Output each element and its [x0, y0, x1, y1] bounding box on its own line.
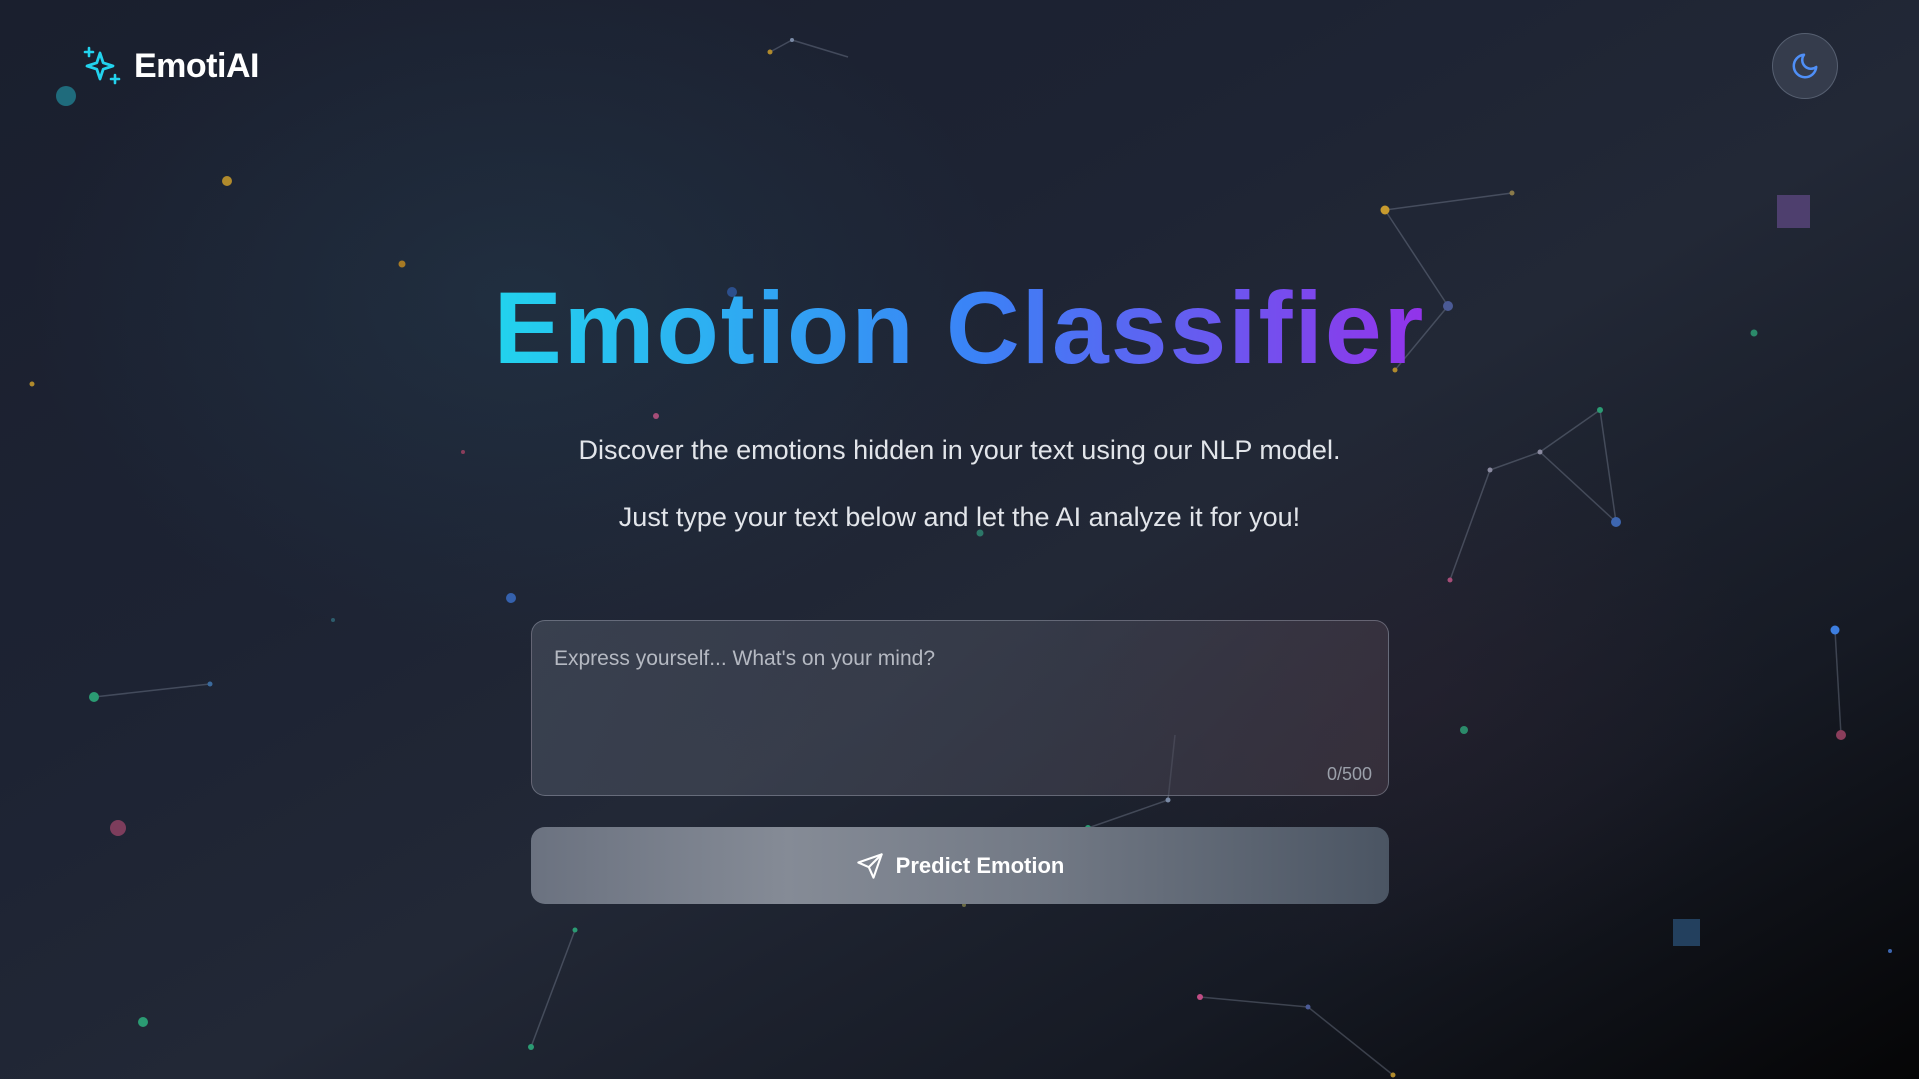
predict-emotion-button[interactable]: Predict Emotion: [531, 827, 1389, 904]
subtitle-line-1: Discover the emotions hidden in your tex…: [578, 435, 1341, 465]
brand-logo[interactable]: EmotiAI: [82, 46, 259, 86]
subtitle-line-2: Just type your text below and let the AI…: [618, 502, 1301, 532]
sparkles-icon: [83, 46, 121, 85]
moon-icon: [1792, 53, 1818, 79]
text-input-container: 0/500: [531, 620, 1389, 796]
emotion-text-input[interactable]: [532, 621, 1388, 795]
particle-background: [29, 38, 1892, 1078]
send-icon: [856, 852, 883, 879]
character-counter: 0/500: [1326, 764, 1372, 784]
theme-toggle-button[interactable]: [1772, 33, 1838, 99]
page-title: Emotion Classifier: [0, 268, 1919, 388]
brand-name: EmotiAI: [134, 46, 259, 85]
predict-button-label: Predict Emotion: [895, 852, 1065, 878]
page-title-text: Emotion Classifier: [493, 271, 1426, 385]
